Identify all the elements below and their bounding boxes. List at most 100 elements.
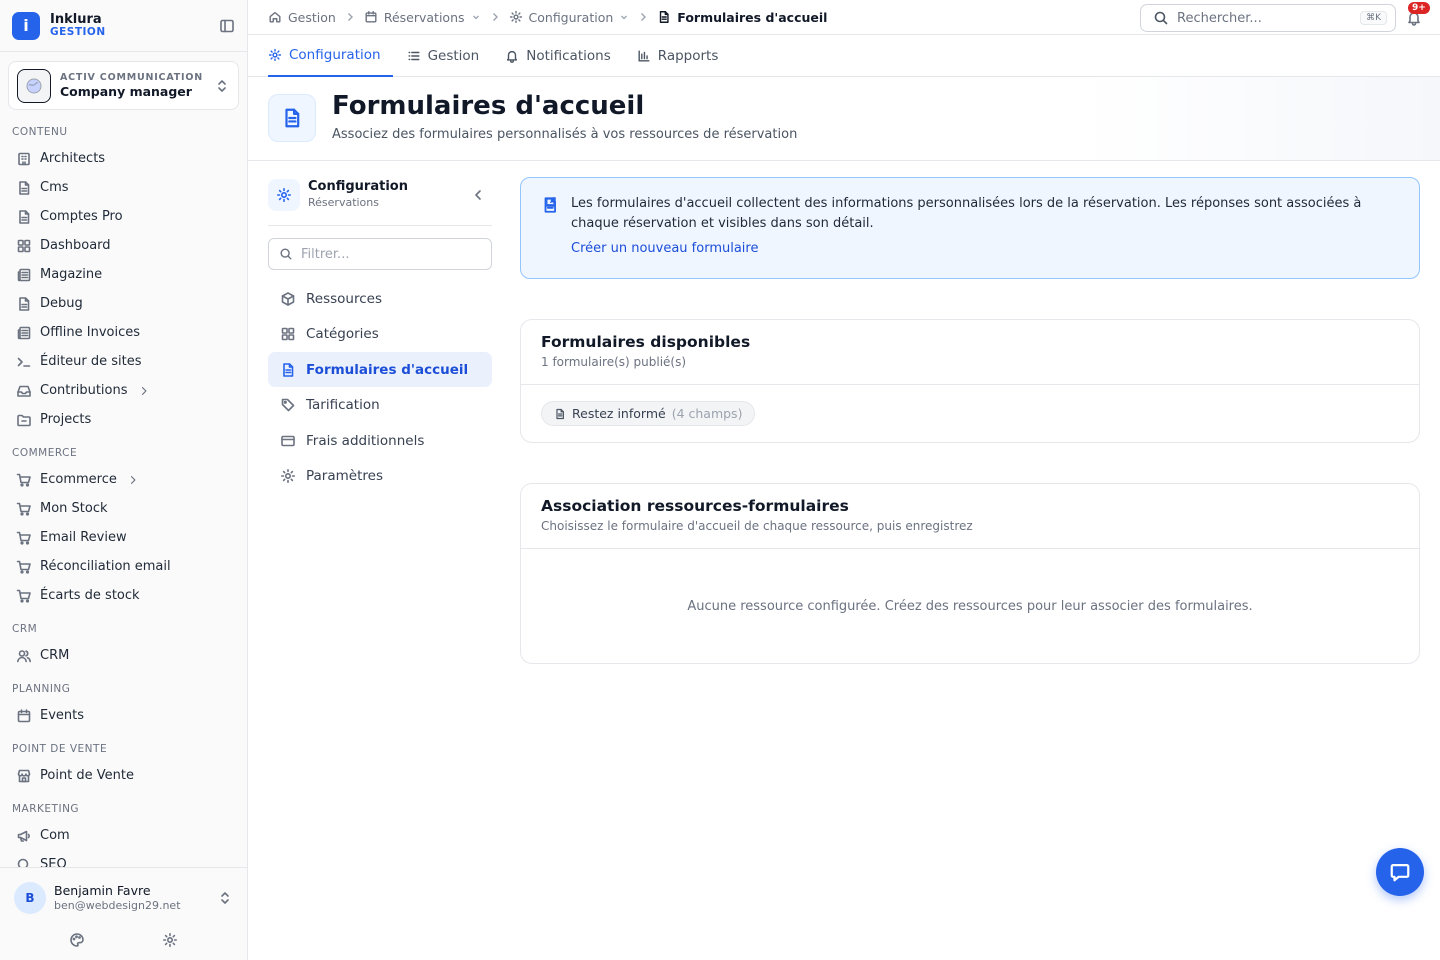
- subnav-title: Configuration: [308, 178, 408, 194]
- search-icon: [1153, 10, 1169, 26]
- brand: i Inklura GESTION: [0, 0, 247, 52]
- breadcrumb-configuration[interactable]: Configuration: [509, 10, 630, 25]
- form-chip[interactable]: Restez informé (4 champs): [541, 401, 756, 426]
- subnav-item-formulaires[interactable]: Formulaires d'accueil: [268, 352, 492, 387]
- sidebar-item-projects[interactable]: Projects: [0, 405, 247, 434]
- subnav-item-categories[interactable]: Catégories: [268, 317, 492, 352]
- calendar-icon: [364, 10, 378, 24]
- empty-state: Aucune ressource configurée. Créez des r…: [687, 598, 1253, 614]
- breadcrumb-home[interactable]: Gestion: [268, 10, 336, 25]
- users-icon: [16, 648, 32, 664]
- chat-icon: [1389, 861, 1411, 883]
- sidebar-item-magazine[interactable]: Magazine: [0, 260, 247, 289]
- sidebar-item-ecarts-de-stock[interactable]: Écarts de stock: [0, 581, 247, 610]
- sidebar-item-mon-stock[interactable]: Mon Stock: [0, 494, 247, 523]
- sidebar-item-com[interactable]: Com: [0, 821, 247, 850]
- sidebar-item-comptes-pro[interactable]: Comptes Pro: [0, 202, 247, 231]
- form-chip-count: (4 champs): [671, 406, 743, 421]
- breadcrumb-reservations-label: Réservations: [383, 9, 465, 25]
- chat-button[interactable]: [1376, 848, 1424, 896]
- breadcrumb-reservations[interactable]: Réservations: [364, 10, 481, 25]
- module-tabs: Configuration Gestion Notifications Rapp…: [248, 35, 1440, 77]
- credit-card-icon: [280, 433, 296, 449]
- grid-icon: [16, 238, 32, 254]
- chevron-down-icon[interactable]: [471, 12, 481, 22]
- chevron-up-down-icon: [214, 78, 230, 94]
- tab-notifications[interactable]: Notifications: [505, 35, 623, 77]
- subnav-item-frais[interactable]: Frais additionnels: [268, 423, 492, 458]
- cart-icon: [16, 530, 32, 546]
- grid-icon: [280, 326, 296, 342]
- org-avatar: [17, 68, 51, 103]
- notification-badge: 9+: [1408, 2, 1430, 14]
- breadcrumb-current: Formulaires d'accueil: [657, 10, 827, 25]
- terminal-icon: [16, 354, 32, 370]
- sidebar-item-label: Réconciliation email: [40, 559, 171, 574]
- tab-gestion[interactable]: Gestion: [407, 35, 492, 77]
- tab-label: Gestion: [427, 48, 480, 64]
- tab-rapports[interactable]: Rapports: [637, 35, 731, 77]
- forms-card-header: Formulaires disponibles 1 formulaire(s) …: [521, 320, 1419, 385]
- sidebar-item-reconciliation-email[interactable]: Réconciliation email: [0, 552, 247, 581]
- brand-logo[interactable]: i: [12, 11, 40, 40]
- create-form-link[interactable]: Créer un nouveau formulaire: [546, 197, 758, 256]
- sidebar-item-editeur-de-sites[interactable]: Éditeur de sites: [0, 347, 247, 376]
- info-text: Les formulaires d'accueil collectent des…: [571, 196, 1362, 231]
- sidebar-item-label: CRM: [40, 648, 70, 663]
- sidebar-item-label: Debug: [40, 296, 83, 311]
- subnav-item-parametres[interactable]: Paramètres: [268, 459, 492, 494]
- sidebar-toggle-icon[interactable]: [219, 18, 235, 34]
- sidebar-item-cms[interactable]: Cms: [0, 173, 247, 202]
- search-input[interactable]: Rechercher... ⌘K: [1140, 4, 1396, 32]
- subnav-item-label: Formulaires d'accueil: [306, 361, 469, 378]
- sidebar-item-label: Point de Vente: [40, 768, 135, 783]
- gear-icon[interactable]: [162, 932, 178, 948]
- sidebar-item-email-review[interactable]: Email Review: [0, 523, 247, 552]
- cart-icon: [16, 501, 32, 517]
- sidebar-item-label: Comptes Pro: [40, 209, 123, 224]
- chevron-left-icon[interactable]: [470, 187, 486, 203]
- sidebar-item-seo[interactable]: SEO: [0, 850, 247, 867]
- user-tools: [0, 914, 247, 948]
- sidebar-item-debug[interactable]: Debug: [0, 289, 247, 318]
- sidebar-item-events[interactable]: Events: [0, 701, 247, 730]
- sidebar-item-crm[interactable]: CRM: [0, 641, 247, 670]
- cart-icon: [16, 588, 32, 604]
- sidebar-item-label: Com: [40, 828, 70, 843]
- subnav-item-tarification[interactable]: Tarification: [268, 388, 492, 423]
- document-icon: [554, 408, 566, 420]
- subnav-item-label: Ressources: [306, 290, 382, 307]
- sidebar-item-ecommerce[interactable]: Ecommerce: [0, 465, 247, 494]
- sidebar-item-label: Mon Stock: [40, 501, 108, 516]
- palette-icon[interactable]: [69, 932, 85, 948]
- chevron-down-icon[interactable]: [619, 12, 629, 22]
- forms-card-title: Formulaires disponibles: [541, 333, 751, 351]
- filter-input[interactable]: Filtrer...: [268, 238, 492, 270]
- org-switcher[interactable]: ACTIV COMMUNICATION Company manager: [8, 61, 239, 110]
- sidebar-item-offline-invoices[interactable]: Offline Invoices: [0, 318, 247, 347]
- chevron-right-icon: [127, 474, 143, 486]
- sidebar-item-label: SEO: [40, 857, 67, 867]
- sidebar-item-point-de-vente[interactable]: Point de Vente: [0, 761, 247, 790]
- user-menu[interactable]: B Benjamin Favre ben@webdesign29.net: [0, 868, 247, 914]
- file-icon: [16, 296, 32, 312]
- subnav-item-ressources[interactable]: Ressources: [268, 281, 492, 316]
- chevron-right-icon: [344, 11, 356, 23]
- search-icon: [16, 857, 32, 867]
- sidebar-item-label: Ecommerce: [40, 472, 117, 487]
- sidebar-item-label: Projects: [40, 412, 92, 427]
- sidebar-item-contributions[interactable]: Contributions: [0, 376, 247, 405]
- sidebar-section-label: CONTENU: [12, 126, 68, 138]
- breadcrumb-current-label: Formulaires d'accueil: [677, 9, 828, 25]
- sidebar-item-dashboard[interactable]: Dashboard: [0, 231, 247, 260]
- form-chip-name: Restez informé: [572, 406, 666, 421]
- calendar-icon: [16, 708, 32, 724]
- subnav-item-label: Catégories: [306, 326, 379, 342]
- breadcrumb-configuration-label: Configuration: [528, 9, 614, 25]
- tab-configuration[interactable]: Configuration: [268, 35, 393, 77]
- list-icon: [407, 49, 421, 63]
- sidebar-item-architects[interactable]: Architects: [0, 144, 247, 173]
- gear-icon: [268, 178, 300, 211]
- home-icon: [268, 10, 282, 24]
- subnav-item-label: Frais additionnels: [306, 432, 425, 449]
